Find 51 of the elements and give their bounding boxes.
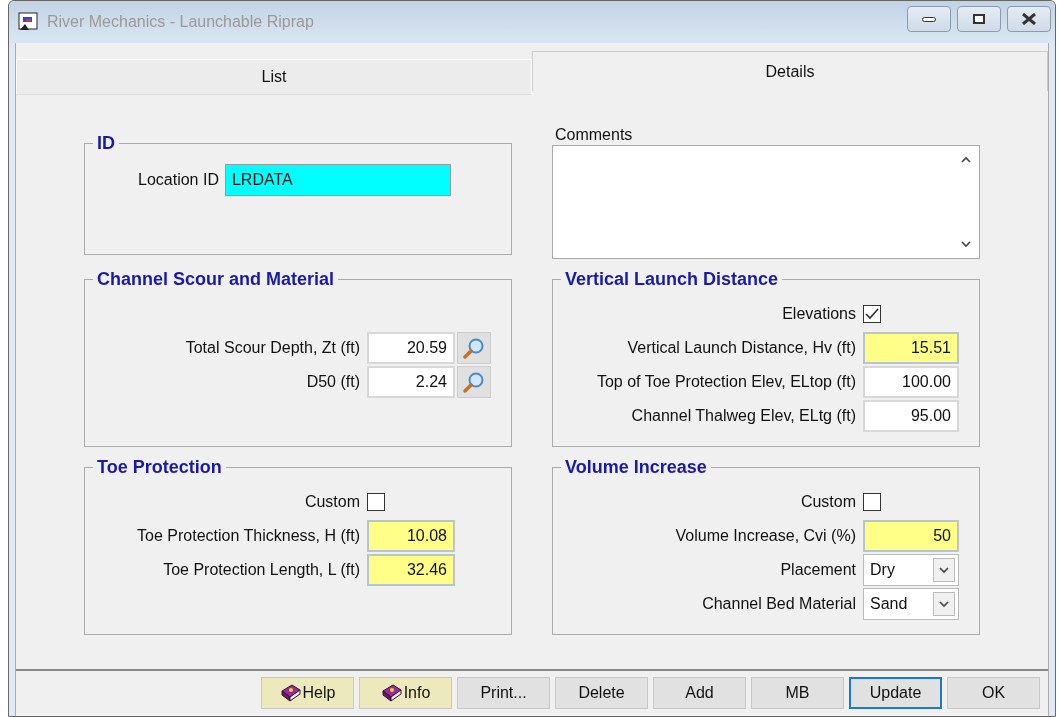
- number-field[interactable]: 20.59: [367, 332, 455, 364]
- scroll-up-icon[interactable]: [961, 156, 971, 163]
- maximize-button[interactable]: [957, 6, 1001, 32]
- field-label: Top of Toe Protection Elev, ELtop (ft): [595, 372, 857, 392]
- number-field[interactable]: 95.00: [863, 400, 959, 432]
- dialog-button[interactable]: Help: [261, 677, 354, 709]
- field-label: Custom: [799, 492, 857, 512]
- field-label: D50 (ft): [305, 372, 361, 392]
- dialog-button[interactable]: Info: [359, 677, 452, 709]
- checkbox[interactable]: [863, 305, 881, 323]
- dialog-button[interactable]: Delete: [555, 677, 648, 709]
- dialog-button[interactable]: Print...: [457, 677, 550, 709]
- search-button[interactable]: [457, 366, 491, 398]
- dropdown[interactable]: Sand: [863, 588, 959, 620]
- checkbox[interactable]: [863, 493, 881, 511]
- dropdown[interactable]: Dry: [863, 554, 959, 586]
- number-field[interactable]: 100.00: [863, 366, 959, 398]
- dialog-button[interactable]: OK: [947, 677, 1040, 709]
- field-label: Elevations: [781, 304, 857, 324]
- location-id-field[interactable]: LRDATA: [224, 164, 451, 196]
- search-button[interactable]: [457, 332, 491, 364]
- field-label: Toe Protection Thickness, H (ft): [136, 526, 361, 546]
- number-field[interactable]: 15.51: [863, 332, 959, 364]
- field-label: Volume Increase, Cvi (%): [674, 526, 857, 546]
- field-label: Toe Protection Length, L (ft): [162, 560, 361, 580]
- number-field[interactable]: 10.08: [367, 520, 455, 552]
- tab[interactable]: Details: [532, 51, 1048, 91]
- number-field[interactable]: 50: [863, 520, 959, 552]
- number-field[interactable]: 2.24: [367, 366, 455, 398]
- comments-field[interactable]: [552, 145, 980, 259]
- comments-label: Comments: [555, 125, 634, 145]
- number-field[interactable]: 32.46: [367, 554, 455, 586]
- scroll-down-icon[interactable]: [961, 241, 971, 248]
- field-label: Location ID: [138, 170, 219, 190]
- dialog-button[interactable]: Update: [849, 677, 942, 709]
- window-title: River Mechanics - Launchable Riprap: [47, 12, 314, 32]
- dialog-button[interactable]: MB: [751, 677, 844, 709]
- dialog-button[interactable]: Add: [653, 677, 746, 709]
- field-label: Vertical Launch Distance, Hv (ft): [626, 338, 857, 358]
- checkbox[interactable]: [367, 493, 385, 511]
- field-label: Channel Thalweg Elev, ELtg (ft): [630, 406, 857, 426]
- close-icon: [1021, 13, 1037, 25]
- field-label: Channel Bed Material: [701, 594, 857, 614]
- field-label: Total Scour Depth, Zt (ft): [184, 338, 361, 358]
- book-icon: [380, 683, 403, 703]
- field-label: Custom: [303, 492, 361, 512]
- close-button[interactable]: [1007, 6, 1051, 32]
- minimize-button[interactable]: [907, 6, 951, 32]
- book-icon: [279, 683, 302, 703]
- field-label: Placement: [779, 560, 857, 580]
- tab[interactable]: List: [16, 59, 532, 95]
